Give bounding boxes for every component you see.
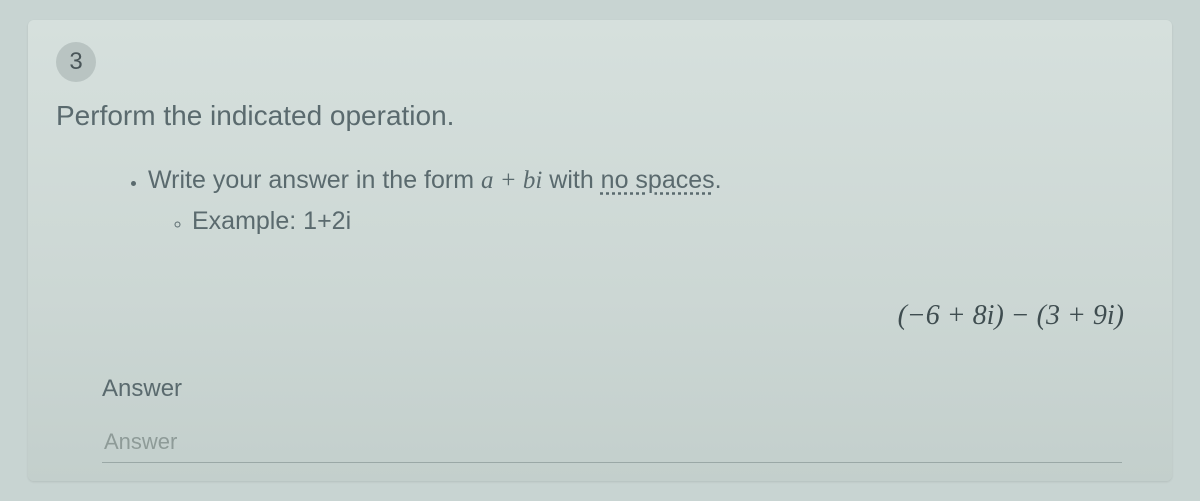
question-card: 3 Perform the indicated operation. Write… [28, 20, 1172, 481]
math-expression-text: (−6 + 8i) − (3 + 9i) [898, 300, 1124, 331]
instruction-text-post: . [715, 166, 722, 194]
example-item: Example: 1+2i [192, 201, 1144, 241]
example-value: 1+2i [303, 207, 351, 235]
question-prompt: Perform the indicated operation. [56, 100, 1144, 132]
instruction-text-mid: with [542, 166, 600, 194]
instruction-item: Write your answer in the form a + bi wit… [148, 160, 1144, 241]
answer-label: Answer [102, 375, 182, 403]
answer-input[interactable] [102, 421, 1122, 463]
instruction-form: a + bi [481, 167, 542, 194]
instruction-text-pre: Write your answer in the form [148, 166, 481, 194]
question-number-badge: 3 [56, 42, 96, 82]
math-expression: (−6 + 8i) − (3 + 9i) [898, 300, 1124, 332]
instruction-list: Write your answer in the form a + bi wit… [148, 160, 1144, 241]
instruction-sublist: Example: 1+2i [192, 201, 1144, 241]
question-number: 3 [69, 48, 82, 76]
example-label: Example: [192, 207, 303, 235]
instruction-nospaces: no spaces [601, 166, 715, 194]
